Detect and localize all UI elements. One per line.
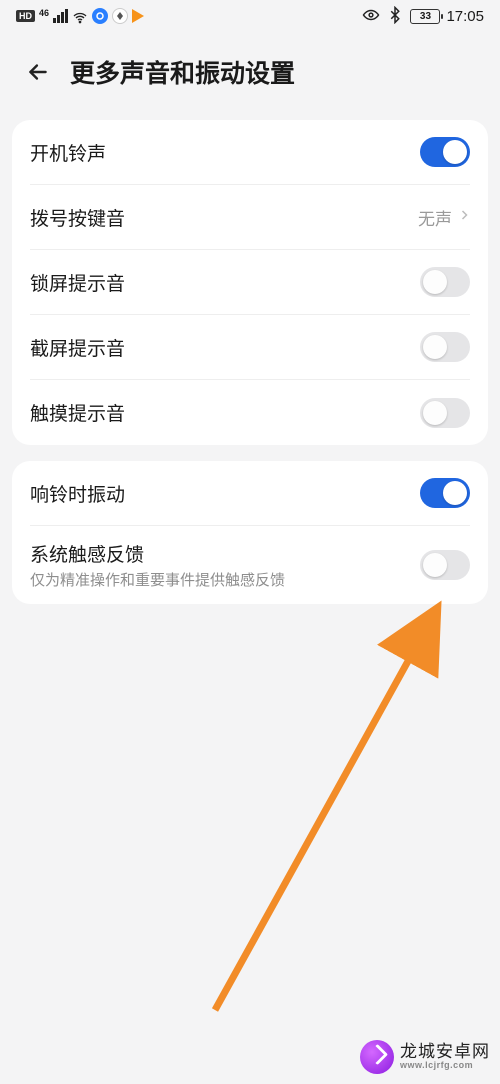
battery-icon: 33 — [410, 9, 440, 24]
status-bar: HD 46 33 17:05 — [0, 0, 500, 32]
label-touch-sound: 触摸提示音 — [30, 399, 125, 426]
wifi-icon — [72, 10, 88, 22]
toggle-haptic-feedback[interactable] — [420, 550, 470, 580]
chevron-right-icon — [458, 206, 470, 229]
app-icon-1 — [92, 8, 108, 24]
eye-comfort-icon — [362, 6, 380, 27]
page-title: 更多声音和振动设置 — [70, 54, 295, 90]
row-vibrate-on-ring[interactable]: 响铃时振动 — [30, 461, 470, 526]
row-boot-ringtone[interactable]: 开机铃声 — [30, 120, 470, 185]
watermark-url: www.lcjrfg.com — [400, 1061, 490, 1070]
page-header: 更多声音和振动设置 — [0, 32, 500, 112]
label-screenshot-sound: 截屏提示音 — [30, 334, 125, 361]
row-dial-tone[interactable]: 拨号按键音 无声 — [30, 185, 470, 250]
settings-group-vibration: 响铃时振动 系统触感反馈 仅为精准操作和重要事件提供触感反馈 — [12, 461, 488, 604]
settings-group-sounds: 开机铃声 拨号按键音 无声 锁屏提示音 截屏提示音 触摸提示音 — [12, 120, 488, 445]
back-button[interactable] — [24, 58, 52, 86]
toggle-vibrate-on-ring[interactable] — [420, 478, 470, 508]
app-icon-2 — [112, 8, 128, 24]
value-dial-tone: 无声 — [418, 205, 452, 230]
row-haptic-feedback[interactable]: 系统触感反馈 仅为精准操作和重要事件提供触感反馈 — [30, 526, 470, 604]
desc-haptic-feedback: 仅为精准操作和重要事件提供触感反馈 — [30, 569, 285, 590]
status-left: HD 46 — [16, 8, 144, 24]
label-haptic-feedback: 系统触感反馈 — [30, 540, 285, 567]
watermark-logo-icon — [360, 1040, 394, 1074]
watermark: 龙城安卓网 www.lcjrfg.com — [360, 1040, 490, 1074]
toggle-touch-sound[interactable] — [420, 398, 470, 428]
label-boot-ringtone: 开机铃声 — [30, 139, 106, 166]
network-type: 46 — [39, 8, 49, 18]
row-touch-sound[interactable]: 触摸提示音 — [30, 380, 470, 445]
row-lock-sound[interactable]: 锁屏提示音 — [30, 250, 470, 315]
label-dial-tone: 拨号按键音 — [30, 204, 125, 231]
play-icon — [132, 9, 144, 23]
toggle-screenshot-sound[interactable] — [420, 332, 470, 362]
toggle-boot-ringtone[interactable] — [420, 137, 470, 167]
toggle-lock-sound[interactable] — [420, 267, 470, 297]
watermark-name: 龙城安卓网 — [400, 1043, 490, 1061]
label-lock-sound: 锁屏提示音 — [30, 269, 125, 296]
bluetooth-icon — [386, 6, 404, 27]
signal-icon — [53, 9, 68, 23]
label-vibrate-on-ring: 响铃时振动 — [30, 480, 125, 507]
clock: 17:05 — [446, 8, 484, 25]
status-right: 33 17:05 — [362, 6, 484, 27]
hd-badge: HD — [16, 10, 35, 22]
row-screenshot-sound[interactable]: 截屏提示音 — [30, 315, 470, 380]
